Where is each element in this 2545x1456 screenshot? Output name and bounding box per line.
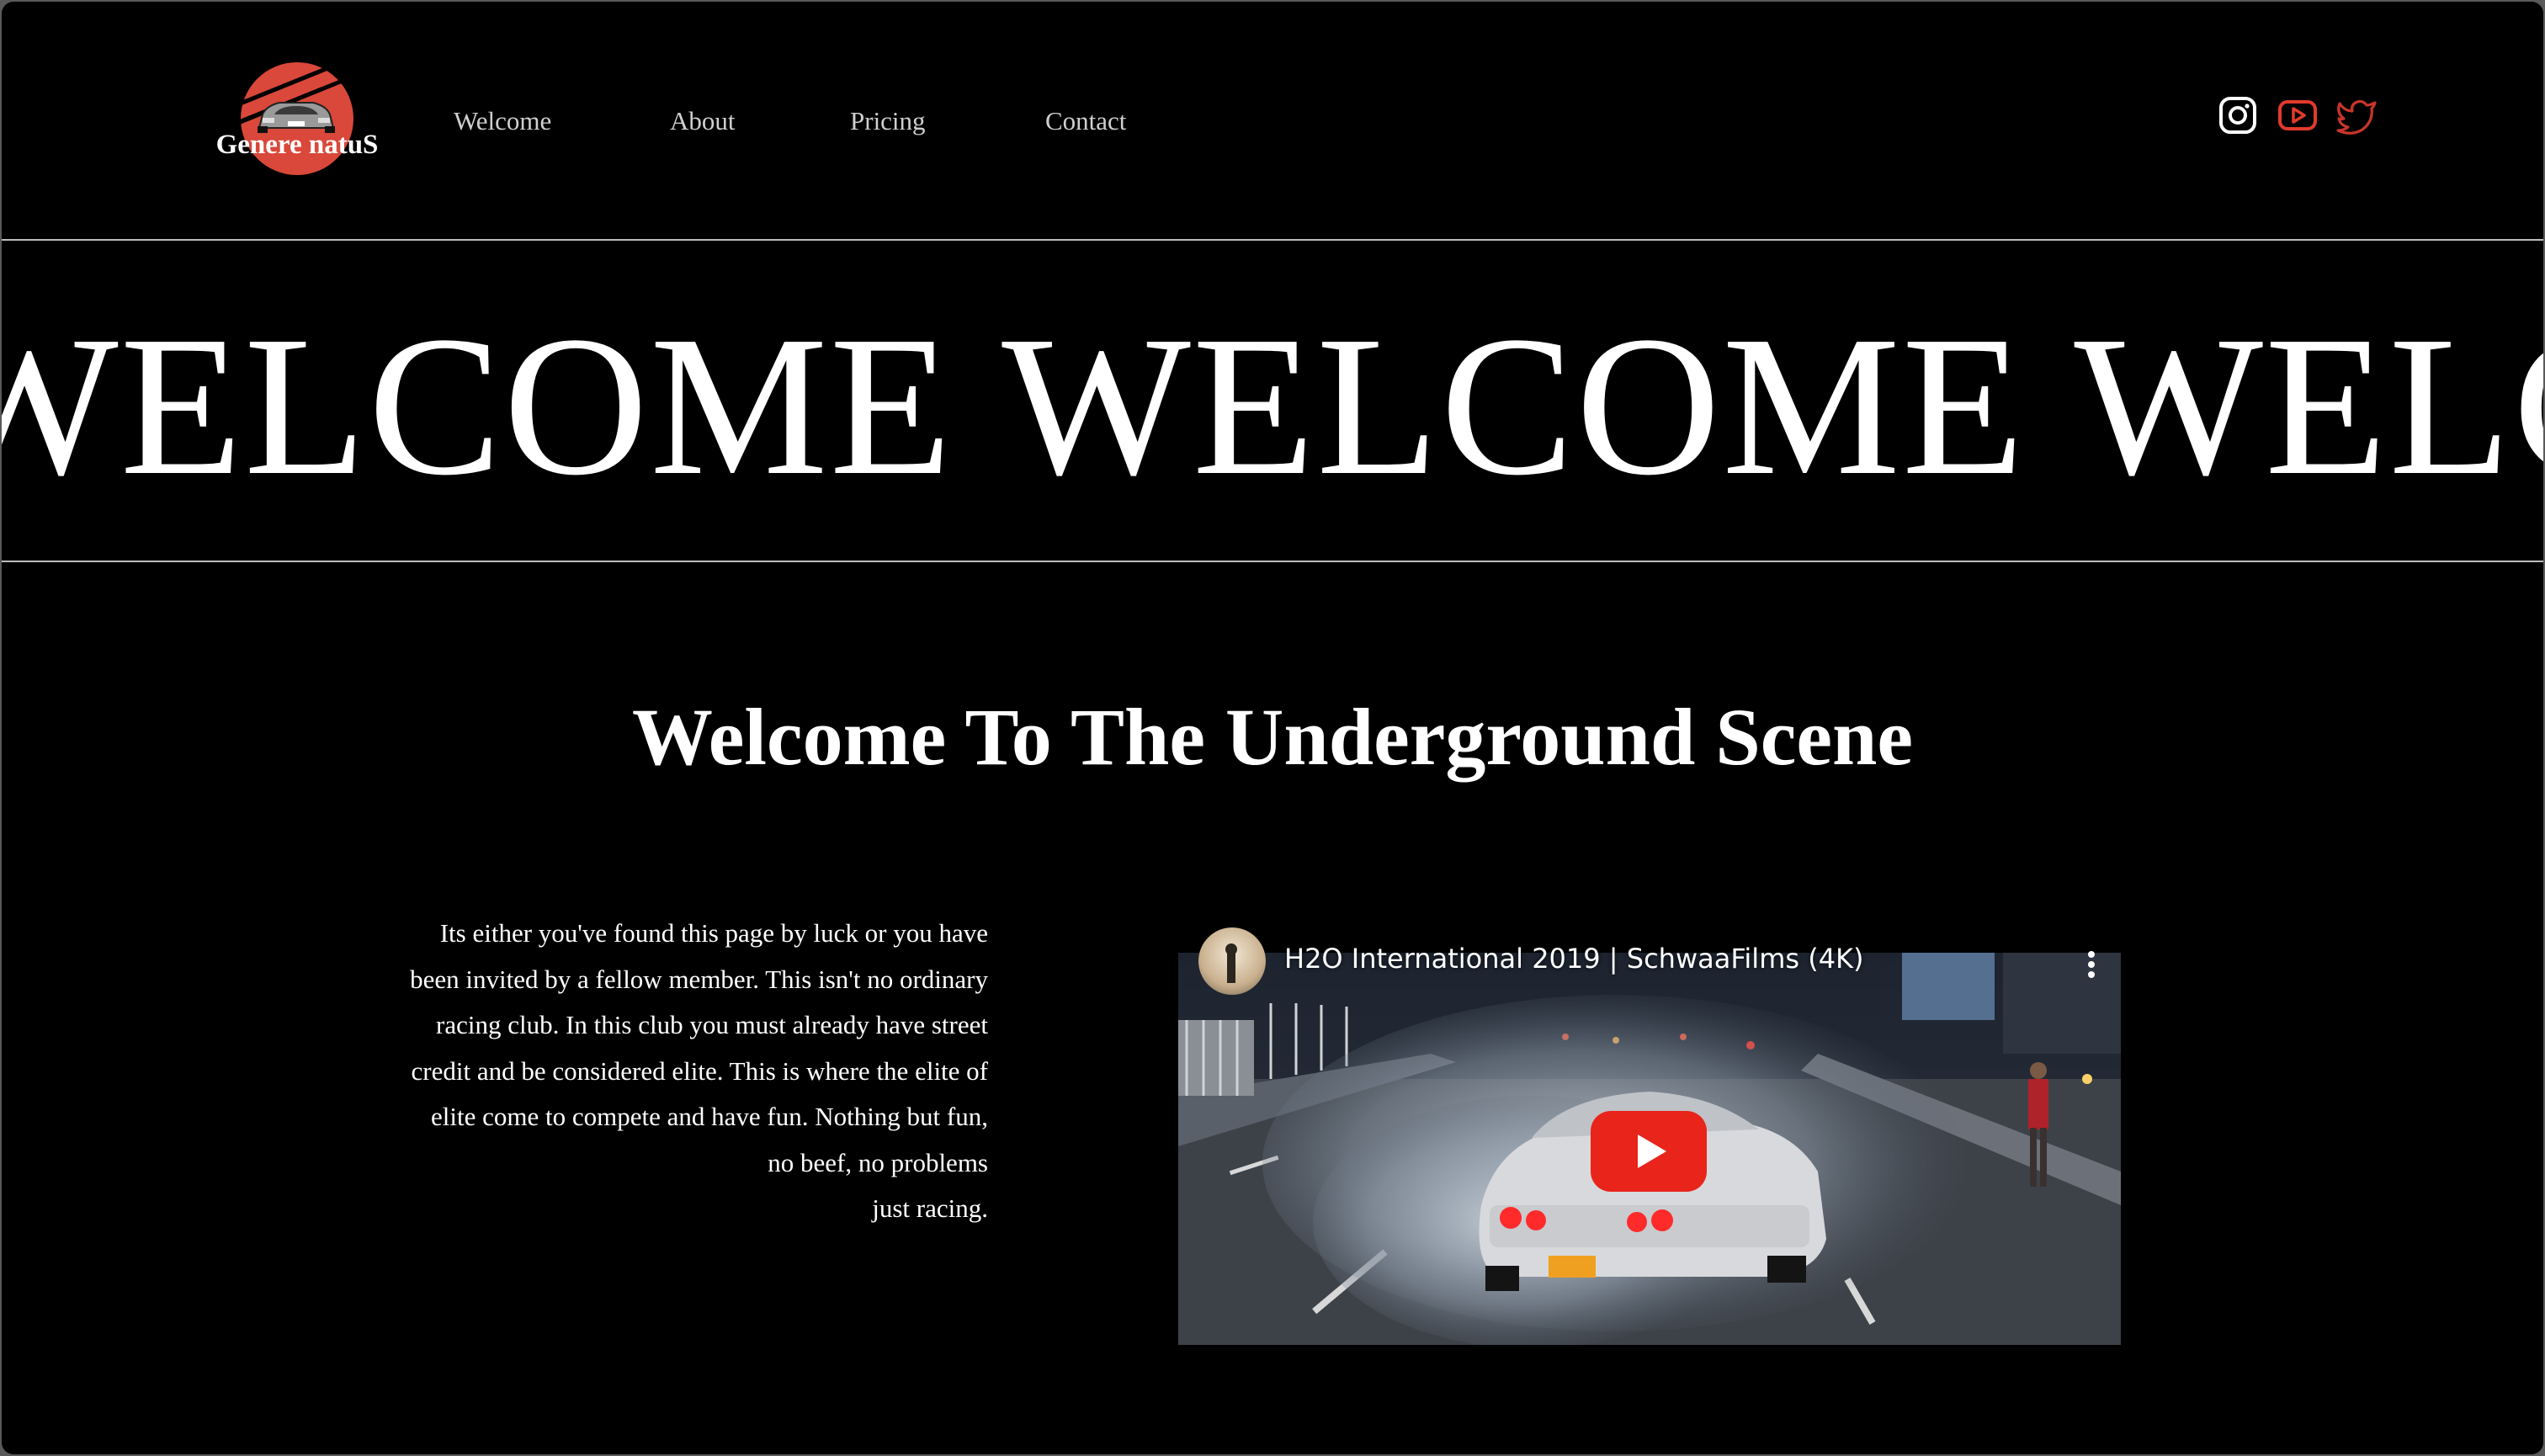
car-icon: [258, 102, 335, 133]
youtube-icon[interactable]: [2277, 96, 2318, 136]
more-vertical-icon[interactable]: [2079, 948, 2104, 981]
youtube-play-icon[interactable]: [1591, 1111, 1707, 1192]
brand-logo[interactable]: Genere natuS: [200, 57, 394, 175]
nav-item-contact[interactable]: Contact: [1045, 106, 1126, 136]
marquee-text: WELCOME WELCOME WELCOME WELCOME: [2, 295, 2543, 517]
intro-line: credit and be considered elite. This is …: [411, 1055, 988, 1086]
video-title[interactable]: H2O International 2019 | SchwaaFilms (4K…: [1284, 943, 1864, 975]
brand-name: Genere natuS: [215, 130, 379, 160]
video-thumbnail[interactable]: [1178, 953, 2121, 1345]
intro-line: been invited by a fellow member. This is…: [410, 964, 988, 994]
welcome-marquee: WELCOME WELCOME WELCOME WELCOME: [2, 241, 2543, 561]
page-headline: Welcome To The Underground Scene: [632, 692, 1913, 782]
intro-line: elite come to compete and have fun. Noth…: [430, 1102, 988, 1131]
youtube-embed[interactable]: H2O International 2019 | SchwaaFilms (4K…: [1178, 927, 2121, 1345]
marquee-divider: [2, 561, 2543, 562]
intro-line: no beef, no problems: [768, 1147, 988, 1177]
intro-text: Its either you've found this page by luc…: [288, 911, 988, 1232]
intro-line: racing club. In this club you must alrea…: [436, 1010, 988, 1039]
nav-item-pricing[interactable]: Pricing: [850, 106, 926, 136]
twitter-icon[interactable]: [2336, 96, 2378, 136]
browser-window: Genere natuS Welcome About Pricing Conta…: [2, 2, 2543, 1454]
instagram-icon[interactable]: [2218, 96, 2257, 136]
site-header: Genere natuS Welcome About Pricing Conta…: [2, 2, 2543, 239]
nav-item-welcome[interactable]: Welcome: [454, 106, 551, 136]
channel-avatar[interactable]: [1198, 927, 1266, 995]
nav-item-about[interactable]: About: [670, 106, 736, 136]
intro-line: just racing.: [872, 1193, 988, 1223]
intro-line: Its either you've found this page by luc…: [439, 918, 988, 948]
